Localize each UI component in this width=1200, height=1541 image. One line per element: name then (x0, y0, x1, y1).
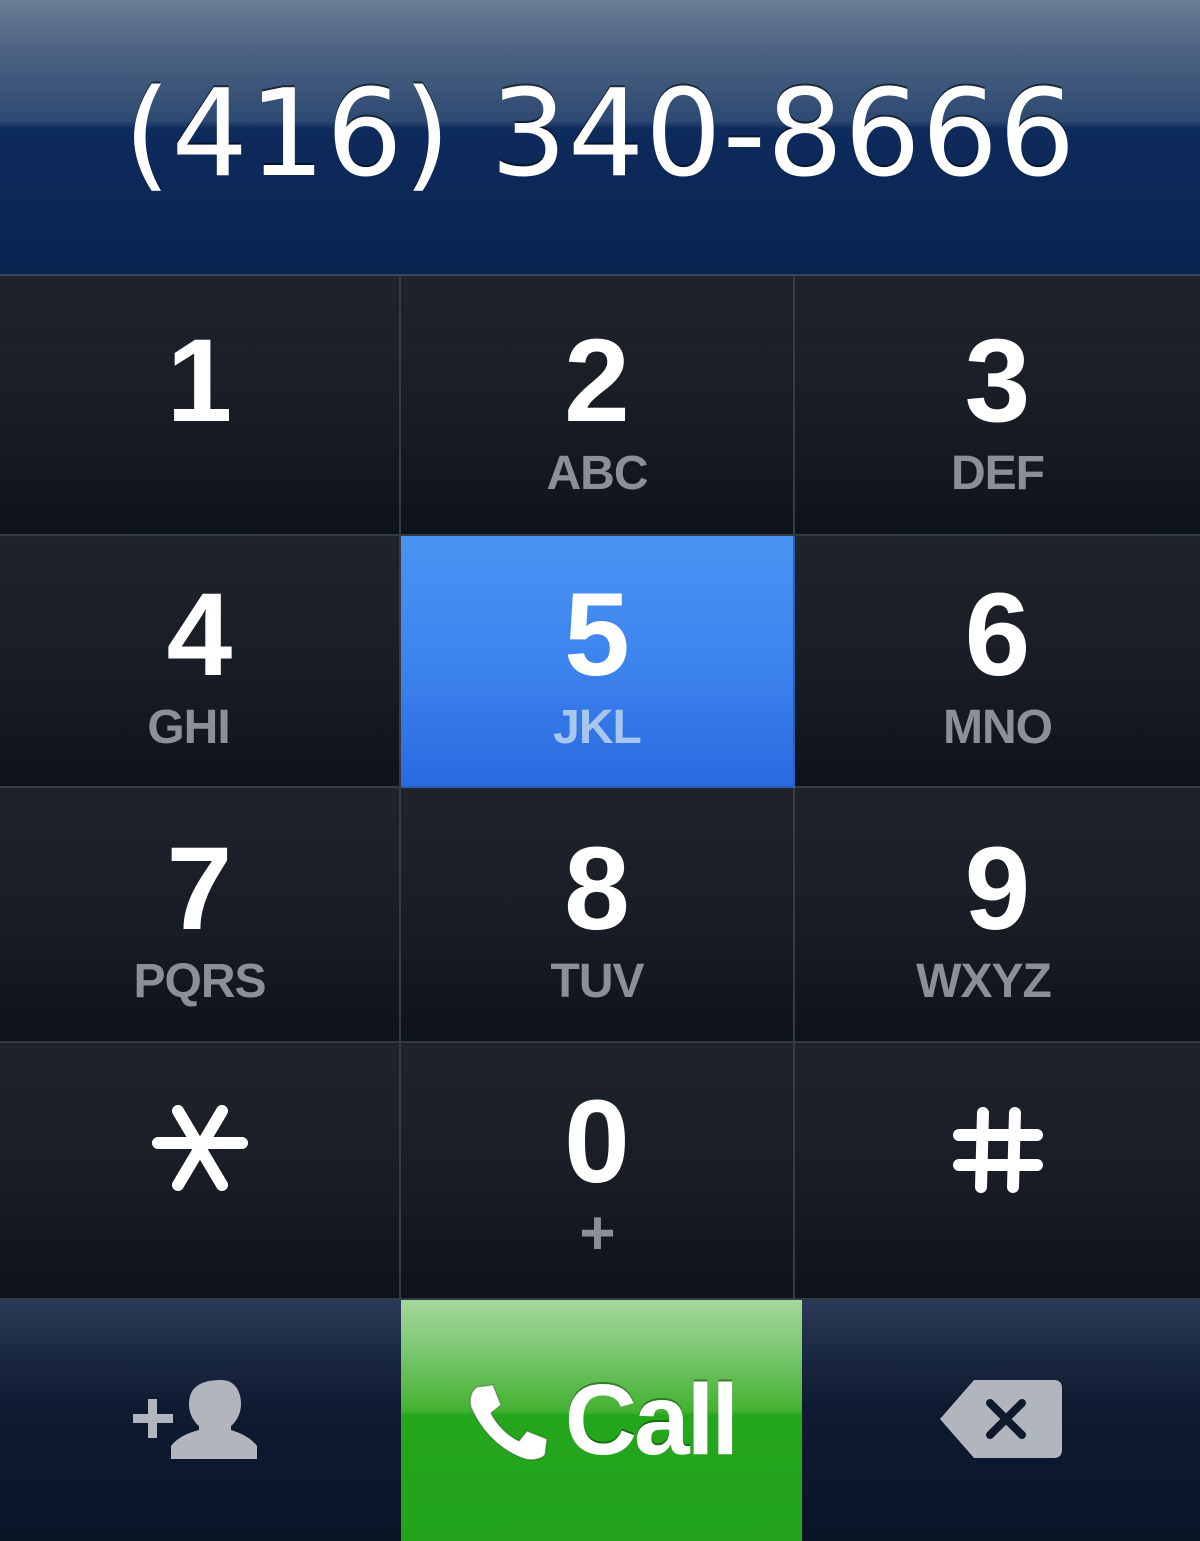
key-star[interactable] (0, 1043, 401, 1300)
key-letters: + (579, 1199, 615, 1268)
key-digit: 6 (964, 569, 1031, 701)
key-digit: 2 (564, 315, 630, 447)
key-7[interactable]: 7 PQRS (0, 788, 401, 1043)
key-2[interactable]: 2 ABC (401, 276, 795, 536)
key-4[interactable]: 4 GHI (0, 536, 401, 788)
key-digit: 0 (564, 1076, 630, 1208)
add-contact-icon (132, 1380, 263, 1467)
asterisk-icon (151, 1105, 248, 1200)
key-letters: TUV (550, 955, 645, 1008)
call-label: Call (564, 1364, 739, 1476)
number-display: (416) 340-8666 (0, 0, 1200, 276)
dialer-screen: (416) 340-8666 1 2 ABC 3 DEF 4 GHI 5 JKL… (0, 0, 1200, 1541)
key-letters: ABC (546, 447, 649, 500)
key-letters: GHI (147, 701, 230, 754)
key-8[interactable]: 8 TUV (401, 788, 795, 1043)
key-digit: 3 (964, 315, 1031, 447)
key-digit: 1 (166, 315, 233, 447)
key-9[interactable]: 9 WXYZ (795, 788, 1200, 1043)
key-letters: WXYZ (916, 955, 1052, 1008)
key-digit: 4 (166, 569, 233, 701)
key-letters: JKL (553, 701, 642, 754)
key-hash[interactable] (795, 1043, 1200, 1300)
key-5-pressed[interactable]: 5 JKL (401, 536, 795, 788)
hash-icon (952, 1105, 1043, 1200)
key-digit: 7 (166, 823, 233, 955)
backspace-button[interactable] (802, 1300, 1200, 1541)
call-button[interactable]: Call (401, 1300, 802, 1541)
key-digit: 9 (964, 823, 1031, 955)
key-6[interactable]: 6 MNO (795, 536, 1200, 788)
phone-handset-icon (467, 1383, 549, 1466)
keypad: 1 2 ABC 3 DEF 4 GHI 5 JKL 6 MNO 7 PQRS 8 (0, 276, 1200, 1300)
key-digit: 8 (564, 823, 630, 955)
key-1[interactable]: 1 (0, 276, 401, 536)
backspace-icon (938, 1378, 1064, 1465)
key-0[interactable]: 0 + (401, 1043, 795, 1300)
add-contact-button[interactable] (0, 1300, 401, 1541)
key-3[interactable]: 3 DEF (795, 276, 1200, 536)
key-letters: MNO (943, 701, 1053, 754)
key-letters: DEF (951, 447, 1045, 500)
action-bar: Call (0, 1300, 1200, 1541)
key-digit: 5 (564, 569, 630, 701)
dialed-number: (416) 340-8666 (123, 64, 1077, 204)
key-letters: PQRS (133, 955, 266, 1008)
